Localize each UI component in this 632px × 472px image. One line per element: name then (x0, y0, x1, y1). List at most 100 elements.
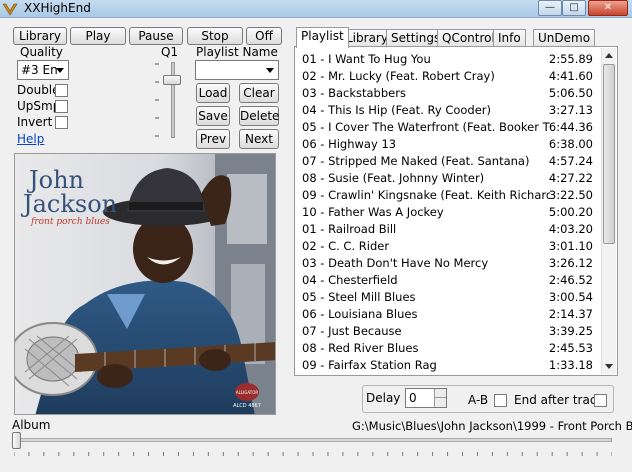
off-button[interactable]: Off (246, 27, 282, 45)
track-title: 04 - Chesterfield (302, 273, 398, 287)
spin-down-icon[interactable] (434, 398, 446, 407)
track-title: 07 - Stripped Me Naked (Feat. Santana) (302, 154, 530, 168)
album-subtitle: front porch blues (30, 217, 110, 227)
track-duration: 3:01.10 (548, 239, 593, 253)
track-title: 08 - Susie (Feat. Johnny Winter) (302, 171, 485, 185)
playlist-row[interactable]: 03 - Backstabbers 5:06.50 (299, 85, 599, 102)
scroll-down-icon[interactable] (605, 364, 613, 369)
track-title: 07 - Just Because (302, 324, 402, 338)
playlist-row[interactable]: 04 - Chesterfield 2:46.52 (299, 272, 599, 289)
window-title: XXHighEnd (24, 1, 91, 15)
spin-up-icon[interactable] (434, 389, 446, 398)
quality-select-value: #3 En (21, 63, 58, 77)
track-duration: 3:26.12 (548, 256, 593, 270)
playlist-row[interactable]: 09 - Crawlin' Kingsnake (Feat. Keith Ric… (299, 187, 599, 204)
track-title: 10 - Father Was A Jockey (302, 205, 444, 219)
playlist-row[interactable]: 04 - This Is Hip (Feat. Ry Cooder) 3:27.1… (299, 102, 599, 119)
playlist-row[interactable]: 06 - Highway 13 6:38.00 (299, 136, 599, 153)
chevron-down-icon (56, 68, 64, 73)
track-title: 04 - This Is Hip (Feat. Ry Cooder) (302, 103, 492, 117)
app-logo-icon (2, 3, 18, 16)
playlist-row[interactable]: 06 - Louisiana Blues 2:14.37 (299, 306, 599, 323)
library-button[interactable]: Library (13, 27, 67, 45)
album-label: Album (12, 418, 51, 432)
playlist-row[interactable]: 07 - Just Because 3:39.25 (299, 323, 599, 340)
tab-playlist[interactable]: Playlist (296, 27, 349, 48)
track-title: 08 - Red River Blues (302, 341, 419, 355)
track-duration: 3:27.13 (548, 103, 593, 117)
position-slider-track[interactable] (12, 438, 612, 442)
track-duration: 4:57.24 (548, 154, 593, 168)
playlist-row[interactable]: 10 - Father Was A Jockey 5:00.20 (299, 204, 599, 221)
track-title: 06 - Highway 13 (302, 137, 397, 151)
file-path: G:\Music\Blues\John Jackson\1999 - Front… (352, 419, 632, 433)
playlist-row[interactable]: 07 - Stripped Me Naked (Feat. Santana) 4:… (299, 153, 599, 170)
label-logo-text: ALLIGATOR (236, 390, 258, 395)
delay-value: 0 (409, 391, 417, 405)
ab-label: A-B (468, 393, 489, 407)
double-label: Double (17, 83, 60, 97)
album-cover: ALLIGATOR ALCD 4867 John Jackson front p… (14, 153, 276, 415)
double-checkbox[interactable] (55, 84, 68, 97)
track-duration: 1:33.18 (548, 358, 593, 372)
tab-info[interactable]: Info (493, 29, 526, 47)
delete-button[interactable]: Delete (239, 106, 279, 126)
track-title: 01 - I Want To Hug You (302, 52, 431, 66)
playlist-row[interactable]: 05 - I Cover The Waterfront (Feat. Booke… (299, 119, 599, 136)
prev-button[interactable]: Prev (196, 129, 230, 149)
track-title: 09 - Fairfax Station Rag (302, 358, 437, 372)
track-duration: 6:38.00 (548, 137, 593, 151)
load-button[interactable]: Load (196, 83, 230, 103)
track-duration: 3:22.50 (548, 188, 593, 202)
track-duration: 5:00.20 (548, 205, 593, 219)
play-button[interactable]: Play (70, 27, 126, 45)
scrollbar-thumb[interactable] (603, 64, 615, 244)
quality-label: Quality (20, 45, 63, 59)
next-button[interactable]: Next (239, 129, 279, 149)
playlist-row[interactable]: 08 - Red River Blues 2:45.53 (299, 340, 599, 357)
tab-undemo[interactable]: UnDemo (533, 29, 596, 47)
playlist-row[interactable]: 02 - Mr. Lucky (Feat. Robert Cray) 4:41.6… (299, 68, 599, 85)
end-after-track-checkbox[interactable] (594, 394, 607, 407)
invert-checkbox[interactable] (55, 116, 68, 129)
q-slider-ticks (155, 63, 159, 137)
ab-checkbox[interactable] (494, 394, 507, 407)
clear-button[interactable]: Clear (239, 83, 279, 103)
playlist-row[interactable]: 05 - Steel Mill Blues 3:00.54 (299, 289, 599, 306)
upsmp-checkbox[interactable] (55, 100, 68, 113)
scroll-up-icon[interactable] (605, 53, 613, 58)
tab-qcontrol[interactable]: QControl (437, 29, 500, 47)
end-after-track-label: End after track (514, 393, 604, 407)
track-duration: 3:00.54 (548, 290, 593, 304)
playlist-row[interactable]: 02 - C. C. Rider 3:01.10 (299, 238, 599, 255)
invert-label: Invert (17, 115, 53, 129)
quality-select[interactable]: #3 En (17, 60, 69, 80)
delay-spinner[interactable]: 0 (405, 388, 447, 408)
playlist-row[interactable]: 01 - Railroad Bill 4:03.20 (299, 221, 599, 238)
stop-button[interactable]: Stop (187, 27, 243, 45)
pause-button[interactable]: Pause (129, 27, 183, 45)
save-button[interactable]: Save (196, 106, 230, 126)
playlist-row[interactable]: 03 - Death Don't Have No Mercy 3:26.12 (299, 255, 599, 272)
help-link[interactable]: Help (17, 132, 44, 146)
track-title: 01 - Railroad Bill (302, 222, 397, 236)
playlist-row[interactable]: 09 - Fairfax Station Rag 1:33.18 (299, 357, 599, 374)
playlist-name-label: Playlist Name (196, 45, 278, 59)
playlist-row[interactable]: 08 - Susie (Feat. Johnny Winter) 4:27.22 (299, 170, 599, 187)
playlist-scrollbar[interactable] (601, 48, 616, 374)
q-slider-track[interactable] (171, 62, 175, 138)
maximize-button[interactable]: □ (562, 0, 586, 16)
playlist-name-select[interactable] (195, 60, 279, 80)
track-duration: 5:06.50 (548, 86, 593, 100)
track-title: 03 - Backstabbers (302, 86, 406, 100)
upsmp-label: UpSmp (17, 99, 61, 113)
position-slider-thumb[interactable] (12, 432, 21, 449)
chevron-down-icon (266, 68, 274, 73)
playlist-row[interactable]: 01 - I Want To Hug You 2:55.89 (299, 51, 599, 68)
q-slider-thumb[interactable] (163, 75, 181, 85)
track-title: 09 - Crawlin' Kingsnake (Feat. Keith Ric… (302, 188, 550, 202)
track-duration: 4:27.22 (548, 171, 593, 185)
track-title: 06 - Louisiana Blues (302, 307, 418, 321)
minimize-button[interactable]: — (538, 0, 562, 16)
close-button[interactable]: ✕ (588, 0, 628, 16)
